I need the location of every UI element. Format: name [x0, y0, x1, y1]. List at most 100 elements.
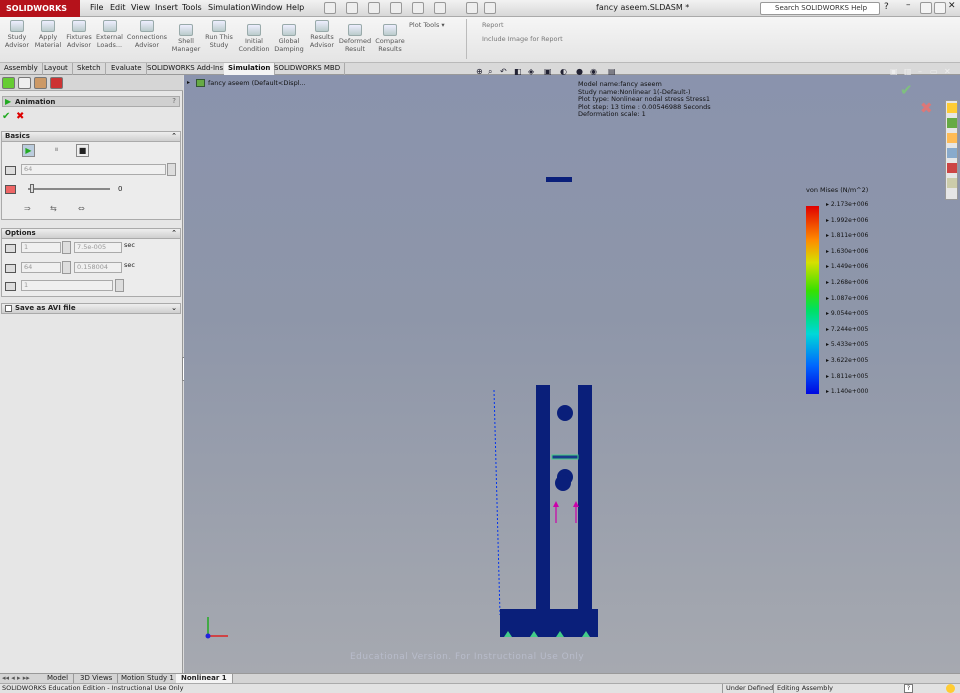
rebuild-icon[interactable]	[466, 2, 478, 14]
play-title-icon: ▶	[5, 97, 12, 106]
play-button-icon[interactable]: ▶	[22, 144, 35, 157]
start-step-spinner[interactable]	[62, 241, 71, 254]
run-study-label: Run This Study	[205, 33, 233, 49]
configuration-tab-icon[interactable]	[34, 77, 47, 89]
save-avi-label: Save as AVI file	[15, 304, 76, 312]
ok-check-icon[interactable]: ✔	[2, 111, 10, 122]
tab-scroll-icons[interactable]: ◂◂ ◂ ▸ ▸▸	[2, 674, 30, 682]
results-advisor-icon	[315, 20, 329, 32]
speed-slider-handle[interactable]	[30, 184, 34, 193]
results-advisor-button[interactable]: Results Advisor	[307, 20, 337, 49]
reciprocate-icon[interactable]: ⇔	[78, 204, 85, 213]
frames-spinner[interactable]	[167, 163, 176, 176]
fixtures-advisor-button[interactable]: Fixtures Advisor	[64, 20, 94, 49]
stop-button-icon[interactable]: ■	[76, 144, 89, 157]
step-spinner[interactable]	[115, 279, 124, 292]
legend-value: ▸ 1.087e+006	[826, 294, 869, 302]
global-damping-icon	[282, 24, 296, 36]
floating-part	[546, 177, 572, 182]
start-time-field[interactable]: 7.5e-005	[74, 242, 122, 253]
include-image-button[interactable]: Include Image for Report	[470, 35, 563, 43]
undo-icon[interactable]	[412, 2, 424, 14]
options-section-header[interactable]: Options ⌃	[1, 228, 181, 239]
study-advisor-button[interactable]: Study Advisor	[3, 20, 31, 49]
report-button[interactable]: Report	[470, 21, 504, 29]
tab-simulation[interactable]: Simulation	[224, 63, 276, 75]
apply-material-button[interactable]: Apply Material	[33, 20, 63, 49]
cancel-x-icon[interactable]: ✖	[16, 111, 24, 122]
end-step-icon	[5, 264, 16, 273]
menu-help[interactable]: Help	[286, 3, 304, 12]
options-icon[interactable]	[484, 2, 496, 14]
loop-icon[interactable]: ⇆	[50, 204, 57, 213]
property-manager-tab-icon[interactable]	[18, 77, 31, 89]
step-field[interactable]: 1	[21, 280, 113, 291]
end-step-value: 64	[24, 263, 33, 271]
compare-results-button[interactable]: Compare Results	[373, 24, 407, 53]
speed-slider-track[interactable]	[28, 188, 110, 190]
pause-button-icon[interactable]: ⏸	[50, 144, 63, 157]
menu-window[interactable]: Window	[251, 3, 283, 12]
legend-value: ▸ 5.433e+005	[826, 341, 869, 349]
save-avi-section-header[interactable]: Save as AVI file ⌄	[1, 303, 181, 314]
start-step-field[interactable]: 1	[21, 242, 61, 253]
plot-tools-button[interactable]: Plot Tools ▾	[409, 21, 445, 29]
save-avi-checkbox[interactable]	[5, 305, 12, 312]
deformed-result-button[interactable]: Deformed Result	[338, 24, 372, 53]
shell-manager-button[interactable]: Shell Manager	[170, 24, 202, 53]
new-document-icon[interactable]	[324, 2, 336, 14]
menu-edit[interactable]: Edit	[110, 3, 126, 12]
end-step-field[interactable]: 64	[21, 262, 61, 273]
plot-info-scale: Deformation scale: 1	[578, 110, 646, 119]
run-study-icon	[212, 20, 226, 32]
search-help-input[interactable]: Search SOLIDWORKS Help	[760, 2, 880, 15]
external-loads-button[interactable]: External Loads...	[94, 20, 125, 49]
solidworks-logo[interactable]: SOLIDWORKS	[0, 0, 80, 17]
status-help-icon[interactable]: ?	[904, 684, 913, 693]
help-circle-icon[interactable]: ?	[172, 97, 176, 105]
tab-evaluate[interactable]: Evaluate	[107, 63, 147, 75]
collapse-icon: ⌃	[171, 132, 177, 140]
connections-advisor-button[interactable]: Connections Advisor	[125, 20, 169, 49]
plot-tools-label: Plot Tools	[409, 21, 440, 29]
open-icon[interactable]	[346, 2, 358, 14]
basics-section-header[interactable]: Basics ⌃	[1, 131, 181, 142]
menu-file[interactable]: File	[90, 3, 103, 12]
tab-solidworks-addins[interactable]: SOLIDWORKS Add-Ins	[143, 63, 229, 75]
step-icon	[5, 282, 16, 291]
save-icon[interactable]	[368, 2, 380, 14]
select-icon[interactable]	[434, 2, 446, 14]
legend-color-bar[interactable]	[806, 206, 819, 394]
menu-insert[interactable]: Insert	[155, 3, 178, 12]
initial-condition-button[interactable]: Initial Condition	[236, 24, 272, 53]
end-step-spinner[interactable]	[62, 261, 71, 274]
legend-value: ▸ 1.630e+006	[826, 247, 869, 255]
tile-icon[interactable]	[934, 2, 946, 14]
status-edition-text: SOLIDWORKS Education Edition - Instructi…	[2, 684, 184, 692]
restore-icon[interactable]	[920, 2, 932, 14]
tab-layout[interactable]: Layout	[40, 63, 73, 75]
loop-forward-icon[interactable]: ⇒	[24, 204, 31, 213]
run-study-button[interactable]: Run This Study	[203, 20, 235, 49]
bottom-tabs: ◂◂ ◂ ▸ ▸▸ Model 3D Views Motion Study 1 …	[0, 673, 960, 684]
help-icon[interactable]: ?	[884, 2, 896, 14]
legend-value: ▸ 1.811e+005	[826, 372, 869, 380]
close-icon[interactable]: ✕	[948, 1, 960, 13]
tab-solidworks-mbd[interactable]: SOLIDWORKS MBD	[270, 63, 346, 75]
tab-assembly[interactable]: Assembly	[0, 63, 43, 75]
menu-view[interactable]: View	[131, 3, 150, 12]
frames-field[interactable]: 64	[21, 164, 166, 175]
minimize-icon[interactable]: –	[906, 0, 918, 12]
triad-z-axis	[205, 633, 211, 639]
tab-sketch[interactable]: Sketch	[73, 63, 106, 75]
menu-tools[interactable]: Tools	[182, 3, 202, 12]
feature-tree-tab-icon[interactable]	[2, 77, 15, 89]
status-notification-icon[interactable]	[946, 684, 955, 693]
ball-top	[557, 405, 573, 421]
global-damping-button[interactable]: Global Damping	[273, 24, 305, 53]
load-arrow-left-head	[553, 501, 559, 507]
print-icon[interactable]	[390, 2, 402, 14]
menu-simulation[interactable]: Simulation	[208, 3, 251, 12]
display-manager-tab-icon[interactable]	[50, 77, 63, 89]
end-time-field[interactable]: 0.158004	[74, 262, 122, 273]
